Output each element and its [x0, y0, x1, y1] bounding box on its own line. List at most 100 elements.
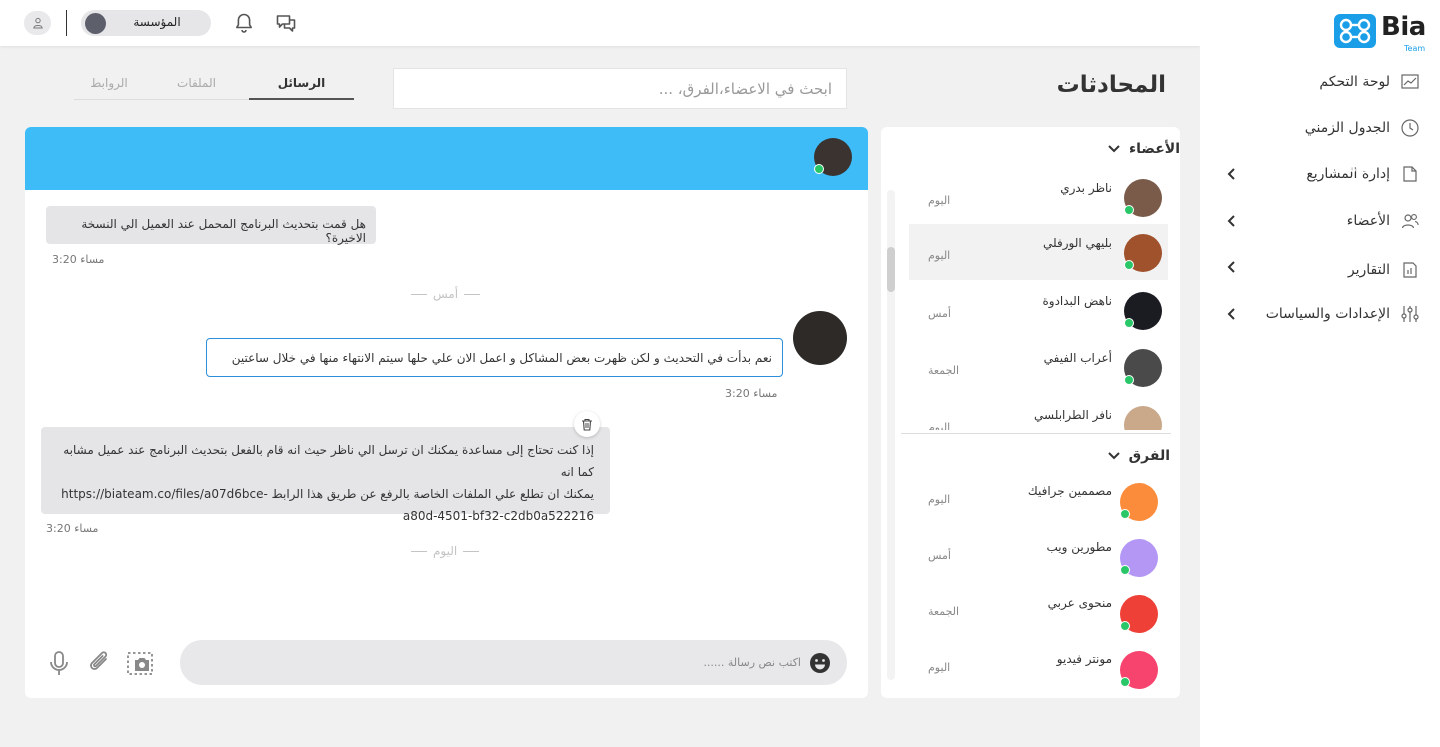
member-time: اليوم: [928, 194, 951, 207]
member-time: اليوم: [928, 249, 951, 262]
team-time: اليوم: [928, 493, 951, 506]
team-name: مصممين جرافيك: [1027, 484, 1112, 498]
list-item[interactable]: بليهي الورفلي اليوم: [909, 230, 1168, 280]
members-scrollbar-thumb[interactable]: [887, 247, 895, 292]
message-time: 3:20 مساء: [46, 522, 99, 535]
list-item[interactable]: مصممين جرافيك اليوم: [909, 478, 1168, 528]
member-time: اليوم: [928, 421, 951, 430]
sidebar-item-dashboard[interactable]: لوحة التحكم: [1319, 70, 1420, 94]
member-name: أعراب الفيفي: [1043, 351, 1112, 365]
incoming-message: إذا كنت تحتاج إلى مساعدة يمكنك ان ترسل ا…: [41, 427, 610, 523]
team-name: منحوى عربي: [1047, 596, 1112, 610]
online-indicator: [1120, 621, 1130, 631]
chat-tabs: الرسائل الملفات الروابط: [74, 76, 354, 100]
folder-icon: [1403, 166, 1417, 182]
sender-avatar: [793, 311, 847, 365]
message-link[interactable]: a80d-4501-bf32-c2db0a522216: [57, 505, 594, 527]
attach-image-button[interactable]: [126, 649, 156, 677]
tab-files[interactable]: الملفات: [144, 76, 249, 100]
messages-button[interactable]: [274, 11, 298, 35]
list-item[interactable]: مطورين ويب أمس: [909, 534, 1168, 584]
organization-avatar: [85, 13, 106, 34]
organization-label: المؤسسة: [133, 15, 181, 29]
teams-section-title: الفرق: [1128, 448, 1170, 464]
teams-section-header[interactable]: الفرق: [1107, 448, 1170, 464]
delete-message-button[interactable]: [574, 411, 600, 437]
bell-icon: [236, 13, 252, 33]
search-field[interactable]: [393, 68, 847, 109]
sidebar-item-label: لوحة التحكم: [1319, 74, 1390, 90]
team-time: أمس: [928, 549, 951, 562]
message-time: 3:20 مساء: [725, 387, 778, 400]
team-name: مطورين ويب: [1046, 540, 1112, 554]
clock-icon: [1401, 119, 1419, 137]
emoji-icon[interactable]: [808, 651, 832, 675]
sidebar-item-reports[interactable]: التقارير: [1348, 258, 1420, 282]
message-input[interactable]: [200, 640, 801, 685]
online-indicator: [1124, 260, 1134, 270]
avatar: [1124, 349, 1162, 387]
online-indicator: [1124, 318, 1134, 328]
online-indicator: [1124, 205, 1134, 215]
brand-sub: Team: [1404, 44, 1426, 53]
dashboard-chart-icon: [1401, 74, 1419, 89]
sidebar-item-members[interactable]: الأعضاء: [1347, 209, 1420, 233]
attach-file-button[interactable]: [86, 649, 114, 677]
day-separator: اليوم: [411, 544, 480, 558]
tab-links[interactable]: الروابط: [74, 76, 144, 100]
user-icon: [32, 17, 43, 29]
sidebar-item-label: الأعضاء: [1346, 213, 1390, 229]
chevron-left-icon[interactable]: [1226, 167, 1238, 181]
list-item[interactable]: نافر الطرابلسي اليوم: [909, 402, 1168, 430]
team-avatar: [1120, 539, 1158, 577]
member-name: بليهي الورفلي: [1043, 236, 1112, 250]
members-section-header[interactable]: الأعضاء: [1107, 141, 1180, 157]
list-item[interactable]: ناهض البدادوة أمس: [909, 288, 1168, 338]
avatar: [1124, 406, 1162, 430]
team-avatar: [1120, 483, 1158, 521]
sidebar-item-label: الإعدادات والسياسات: [1265, 306, 1390, 322]
chevron-left-icon[interactable]: [1226, 307, 1238, 321]
brand-logo-mark: [1334, 14, 1376, 48]
search-input[interactable]: [394, 69, 846, 108]
sidebar-item-label: التقارير: [1347, 262, 1390, 278]
chevron-left-icon[interactable]: [1226, 214, 1238, 228]
online-indicator: [1124, 375, 1134, 385]
chevron-left-icon[interactable]: [1226, 260, 1238, 274]
notifications-button[interactable]: [232, 11, 256, 35]
list-item[interactable]: مونتر فيديو اليوم: [909, 646, 1168, 696]
message-line: يمكنك ان تطلع علي الملفات الخاصة بالرفع …: [61, 487, 594, 501]
page-title: المحادثات: [1056, 72, 1166, 98]
member-name: نافر الطرابلسي: [1034, 408, 1112, 422]
sidebar-item-label: الجدول الزمني: [1304, 120, 1390, 136]
tab-messages[interactable]: الرسائل: [249, 76, 354, 100]
member-name: ناظر بدري: [1060, 181, 1112, 195]
sidebar-item-timeline[interactable]: الجدول الزمني: [1305, 116, 1420, 140]
sidebar: [1200, 0, 1440, 747]
team-time: اليوم: [928, 661, 951, 674]
camera-icon: [127, 652, 153, 675]
topbar-divider: [66, 10, 67, 36]
avatar: [1124, 179, 1162, 217]
sidebar-item-settings[interactable]: الإعدادات والسياسات: [1266, 302, 1420, 326]
microphone-icon: [50, 651, 68, 675]
brand-name: Bia: [1381, 12, 1426, 42]
voice-record-button[interactable]: [46, 649, 72, 677]
organization-switch[interactable]: المؤسسة: [81, 10, 211, 36]
member-name: ناهض البدادوة: [1042, 294, 1112, 308]
message-line: إذا كنت تحتاج إلى مساعدة يمكنك ان ترسل ا…: [63, 443, 594, 479]
team-avatar: [1120, 595, 1158, 633]
trash-icon: [582, 418, 592, 431]
chat-contact-avatar[interactable]: [814, 138, 852, 176]
paperclip-icon: [90, 651, 108, 670]
team-avatar: [1120, 651, 1158, 689]
online-indicator: [1120, 565, 1130, 575]
team-time: الجمعة: [928, 605, 960, 618]
team-name: مونتر فيديو: [1056, 652, 1112, 666]
user-account-button[interactable]: [24, 11, 51, 35]
list-item[interactable]: منحوى عربي الجمعة: [909, 590, 1168, 640]
list-item[interactable]: أعراب الفيفي الجمعة: [909, 345, 1168, 395]
report-icon: [1403, 262, 1417, 278]
list-item[interactable]: ناظر بدري اليوم: [909, 175, 1168, 225]
chevron-down-icon: [1107, 452, 1120, 460]
